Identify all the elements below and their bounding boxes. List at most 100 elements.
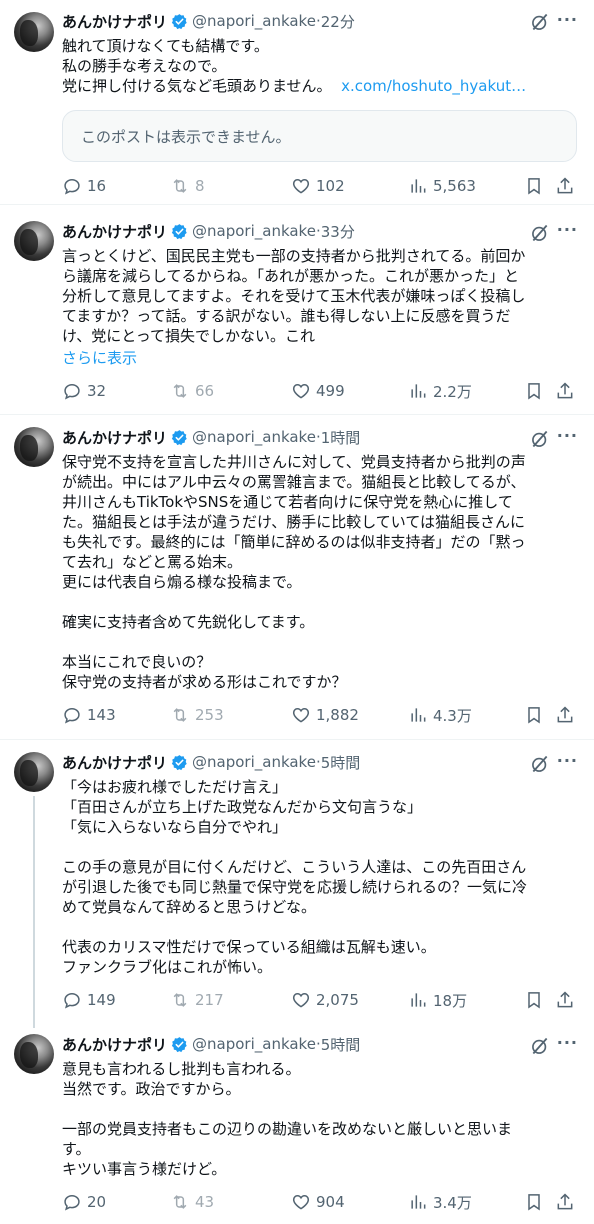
more-icon[interactable]: ··· xyxy=(557,426,578,445)
more-icon[interactable]: ··· xyxy=(557,10,578,29)
grok-icon[interactable] xyxy=(530,12,550,32)
grok-icon[interactable] xyxy=(530,429,550,449)
timestamp[interactable]: 33分 xyxy=(321,221,355,242)
views-button[interactable]: 2.2万 xyxy=(408,381,472,401)
share-button[interactable] xyxy=(555,990,575,1010)
author-name[interactable]: あんかけナポリ xyxy=(62,752,167,773)
verified-badge-icon xyxy=(171,13,188,30)
thread-connector-line xyxy=(33,796,35,1028)
repost-icon xyxy=(170,1192,190,1212)
action-bar: 143 253 1,882 4.3万 xyxy=(62,705,580,725)
repost-icon xyxy=(170,705,190,725)
grok-icon[interactable] xyxy=(530,1036,550,1056)
tweet[interactable]: あんかけナポリ @napori_ankake · 22分 ··· 触れて頂けなく… xyxy=(0,0,594,205)
show-more-link[interactable]: さらに表示 xyxy=(62,347,137,368)
view-count: 18万 xyxy=(433,991,468,1010)
tweet[interactable]: あんかけナポリ @napori_ankake · 5時間 ··· 意見も言われる… xyxy=(0,1020,594,1224)
bookmark-icon xyxy=(524,381,544,401)
author-handle[interactable]: @napori_ankake xyxy=(192,753,316,771)
views-button[interactable]: 4.3万 xyxy=(408,705,472,725)
reply-button[interactable]: 20 xyxy=(62,1192,106,1212)
author-handle[interactable]: @napori_ankake xyxy=(192,428,316,446)
quote-unavailable-card: このポストは表示できません。 xyxy=(62,110,577,162)
like-button[interactable]: 1,882 xyxy=(291,705,359,725)
repost-button[interactable]: 66 xyxy=(170,381,214,401)
views-button[interactable]: 18万 xyxy=(408,990,467,1010)
bookmark-button[interactable] xyxy=(524,705,544,725)
views-icon xyxy=(408,1192,428,1212)
bookmark-button[interactable] xyxy=(524,1192,544,1212)
heart-icon xyxy=(291,705,311,725)
reply-button[interactable]: 32 xyxy=(62,381,106,401)
reply-button[interactable]: 143 xyxy=(62,705,116,725)
reply-count: 20 xyxy=(87,1193,107,1211)
like-button[interactable]: 904 xyxy=(291,1192,345,1212)
tweet-text-content: 触れて頂けなくても結構です。 私の勝手な考えなので。 党に押し付ける気など毛頭あ… xyxy=(62,37,332,95)
author-handle[interactable]: @napori_ankake xyxy=(192,12,316,30)
tweet-link[interactable]: x.com/hoshuto_hyakut… xyxy=(341,77,526,95)
author-name[interactable]: あんかけナポリ xyxy=(62,221,167,242)
like-button[interactable]: 2,075 xyxy=(291,990,359,1010)
reply-icon xyxy=(62,705,82,725)
share-icon xyxy=(555,381,575,401)
bookmark-button[interactable] xyxy=(524,176,544,196)
repost-button[interactable]: 217 xyxy=(170,990,224,1010)
avatar[interactable] xyxy=(14,12,54,52)
avatar[interactable] xyxy=(14,752,54,792)
tweet[interactable]: あんかけナポリ @napori_ankake · 5時間 ··· 「今はお疲れ様… xyxy=(0,740,594,1028)
tweet-text: 保守党不支持を宣言した井川さんに対して、党員支持者から批判の声 が続出。中にはア… xyxy=(62,453,526,691)
author-handle[interactable]: @napori_ankake xyxy=(192,222,316,240)
view-count: 4.3万 xyxy=(433,706,472,725)
author-name[interactable]: あんかけナポリ xyxy=(62,11,167,32)
more-icon[interactable]: ··· xyxy=(557,751,578,770)
grok-icon[interactable] xyxy=(530,754,550,774)
repost-button[interactable]: 43 xyxy=(170,1192,214,1212)
heart-icon xyxy=(291,1192,311,1212)
grok-icon[interactable] xyxy=(530,223,550,243)
avatar[interactable] xyxy=(14,221,54,261)
tweet-header: あんかけナポリ @napori_ankake · 5時間 xyxy=(62,751,594,773)
share-icon xyxy=(555,705,575,725)
reply-button[interactable]: 149 xyxy=(62,990,116,1010)
author-name[interactable]: あんかけナポリ xyxy=(62,1034,167,1055)
heart-icon xyxy=(291,381,311,401)
tweet-text: 言っとくけど、国民民主党も一部の支持者から批判されてる。前回か ら議席を減らして… xyxy=(62,247,526,345)
more-icon[interactable]: ··· xyxy=(557,220,578,239)
author-handle[interactable]: @napori_ankake xyxy=(192,1035,316,1053)
repost-button[interactable]: 253 xyxy=(170,705,224,725)
reply-button[interactable]: 16 xyxy=(62,176,106,196)
bookmark-button[interactable] xyxy=(524,990,544,1010)
action-bar: 32 66 499 2.2万 xyxy=(62,381,580,401)
timestamp[interactable]: 5時間 xyxy=(321,1034,361,1055)
views-button[interactable]: 3.4万 xyxy=(408,1192,472,1212)
avatar[interactable] xyxy=(14,427,54,467)
tweet[interactable]: あんかけナポリ @napori_ankake · 33分 ··· 言っとくけど、… xyxy=(0,205,594,415)
author-name[interactable]: あんかけナポリ xyxy=(62,427,167,448)
like-button[interactable]: 102 xyxy=(291,176,345,196)
reply-count: 16 xyxy=(87,177,107,195)
like-count: 499 xyxy=(316,382,345,400)
reply-count: 149 xyxy=(87,991,116,1009)
tweet-text: 意見も言われるし批判も言われる。 当然です。政治ですから。 一部の党員支持者もこ… xyxy=(62,1060,513,1178)
bookmark-button[interactable] xyxy=(524,381,544,401)
verified-badge-icon xyxy=(171,429,188,446)
share-button[interactable] xyxy=(555,1192,575,1212)
heart-icon xyxy=(291,990,311,1010)
tweet[interactable]: あんかけナポリ @napori_ankake · 1時間 ··· 保守党不支持を… xyxy=(0,415,594,740)
repost-button[interactable]: 8 xyxy=(170,176,205,196)
timestamp[interactable]: 5時間 xyxy=(321,752,361,773)
like-button[interactable]: 499 xyxy=(291,381,345,401)
views-button[interactable]: 5,563 xyxy=(408,176,476,196)
repost-count: 66 xyxy=(195,382,215,400)
more-icon[interactable]: ··· xyxy=(557,1033,578,1052)
share-button[interactable] xyxy=(555,381,575,401)
bookmark-icon xyxy=(524,1192,544,1212)
share-button[interactable] xyxy=(555,705,575,725)
share-icon xyxy=(555,990,575,1010)
share-button[interactable] xyxy=(555,176,575,196)
avatar[interactable] xyxy=(14,1034,54,1074)
action-bar: 16 8 102 5,563 xyxy=(62,176,580,196)
verified-badge-icon xyxy=(171,754,188,771)
timestamp[interactable]: 1時間 xyxy=(321,427,361,448)
timestamp[interactable]: 22分 xyxy=(321,11,355,32)
